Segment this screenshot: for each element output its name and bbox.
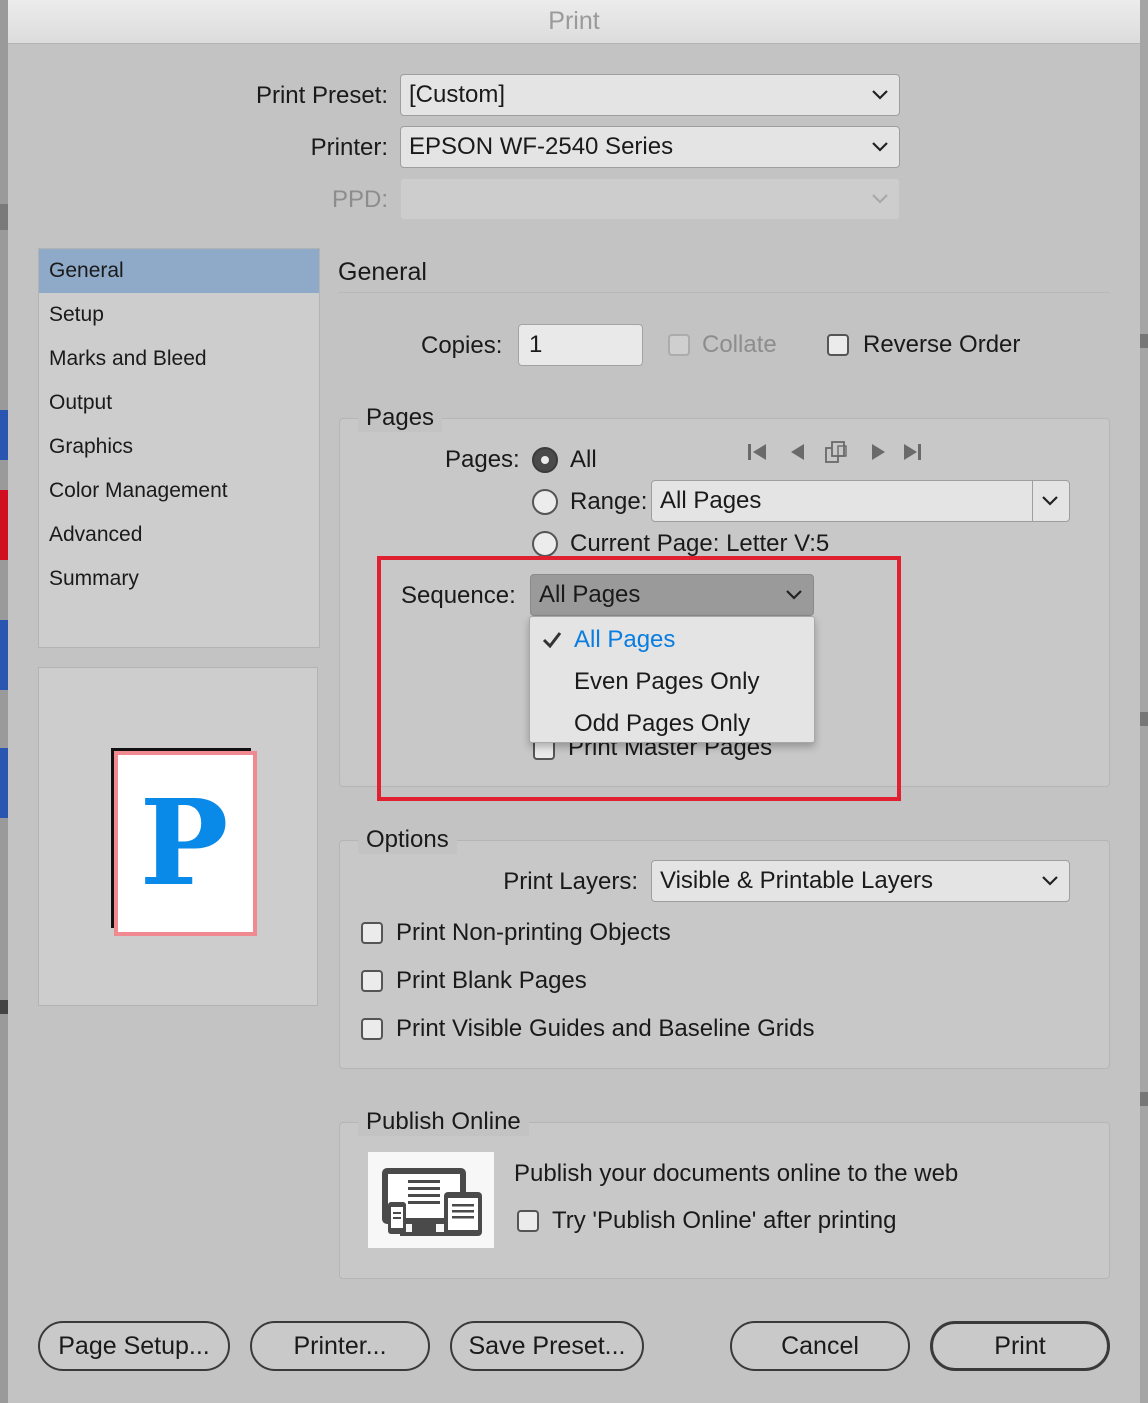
sidebar-item-advanced[interactable]: Advanced [39,513,319,557]
pages-group-title: Pages [358,404,443,432]
sidebar-item-general[interactable]: General [39,249,319,293]
options-group-title: Options [358,826,457,854]
cancel-button[interactable]: Cancel [730,1321,910,1371]
category-sidebar: General Setup Marks and Bleed Output Gra… [38,248,320,648]
chevron-down-icon [872,142,888,152]
save-preset-button[interactable]: Save Preset... [450,1321,644,1371]
last-page-icon[interactable] [904,444,921,460]
annotation-highlight [377,556,901,801]
sidebar-item-color-management[interactable]: Color Management [39,469,319,513]
pages-current-radio[interactable] [532,531,558,557]
sidebar-item-graphics[interactable]: Graphics [39,425,319,469]
sidebar-item-label: General [49,259,124,282]
chevron-down-icon [872,194,888,204]
range-combo[interactable]: All Pages [651,480,1070,522]
print-non-printing-checkbox[interactable] [361,922,383,944]
sidebar-item-label: Setup [49,303,104,326]
edge-mark [0,620,8,690]
sidebar-item-label: Marks and Bleed [49,347,207,370]
reverse-order-checkbox[interactable] [827,334,849,356]
publish-online-group-title: Publish Online [358,1108,529,1136]
print-guides-checkbox[interactable] [361,1018,383,1040]
print-blank-pages-label: Print Blank Pages [396,967,587,994]
page-title: General [338,258,427,286]
sidebar-item-label: Graphics [49,435,134,458]
edge-mark [0,410,8,460]
reverse-order-label: Reverse Order [863,331,1021,358]
page-setup-button[interactable]: Page Setup... [38,1321,230,1371]
publish-online-devices-icon [368,1152,494,1248]
window-title: Print [548,7,600,35]
background-window-edge [0,0,8,1403]
sidebar-item-setup[interactable]: Setup [39,293,319,337]
sidebar-item-summary[interactable]: Summary [39,557,319,601]
pages-label: Pages: [445,446,520,473]
edge-mark [1140,1092,1148,1106]
sidebar-item-label: Advanced [49,523,143,546]
pages-all-label: All [570,446,597,473]
previous-page-icon[interactable] [791,444,804,460]
edge-mark [0,490,8,560]
page-preview-thumbnail: P [111,748,257,936]
copies-value: 1 [529,331,543,358]
try-publish-online-label: Try 'Publish Online' after printing [552,1207,897,1234]
page-preview-panel[interactable]: P [38,667,318,1006]
page-navigation [748,441,921,463]
print-dialog: Print Print Preset: [Custom] Printer: EP… [8,0,1140,1403]
printer-button[interactable]: Printer... [250,1321,430,1371]
print-button[interactable]: Print [930,1321,1110,1371]
printer-value: EPSON WF-2540 Series [409,133,674,160]
edge-mark [1140,334,1148,348]
copies-label: Copies: [421,332,503,359]
sidebar-item-label: Color Management [49,479,228,502]
ppd-select [400,178,900,220]
printer-select[interactable]: EPSON WF-2540 Series [400,126,900,168]
print-preset-value: [Custom] [409,81,506,108]
edge-mark [0,748,8,818]
ppd-label: PPD: [331,186,388,213]
next-page-icon[interactable] [872,444,885,460]
sidebar-item-label: Summary [49,567,139,590]
copies-input[interactable]: 1 [518,324,643,366]
print-layers-select[interactable]: Visible & Printable Layers [651,860,1070,902]
sidebar-item-output[interactable]: Output [39,381,319,425]
print-layers-value: Visible & Printable Layers [660,867,934,894]
preview-glyph: P [140,773,229,912]
collate-label: Collate [702,331,777,358]
collate-checkbox [668,334,690,356]
chevron-down-icon [872,90,888,100]
background-window-edge-right [1140,0,1148,1403]
pages-range-radio[interactable] [532,489,558,515]
print-non-printing-label: Print Non-printing Objects [396,919,671,946]
edge-mark [0,1000,8,1014]
current-page-label: Current Page: Letter V:5 [570,530,830,557]
edge-mark [1140,712,1148,726]
title-divider [338,292,1110,293]
try-publish-online-checkbox[interactable] [517,1210,539,1232]
print-guides-label: Print Visible Guides and Baseline Grids [396,1015,815,1042]
chevron-down-icon[interactable] [1041,495,1059,507]
print-blank-pages-checkbox[interactable] [361,970,383,992]
pages-all-radio[interactable] [532,447,558,473]
sidebar-item-label: Output [49,391,113,414]
printer-label: Printer: [310,134,388,161]
publish-online-headline: Publish your documents online to the web [514,1160,959,1187]
sidebar-item-marks-and-bleed[interactable]: Marks and Bleed [39,337,319,381]
edge-mark [0,204,8,230]
combo-separator [1032,481,1033,521]
print-preset-select[interactable]: [Custom] [400,74,900,116]
range-value[interactable]: All Pages [660,487,761,515]
print-preset-label: Print Preset: [255,82,388,109]
chevron-down-icon [1042,876,1058,886]
print-layers-label: Print Layers: [503,868,638,895]
title-bar: Print [8,0,1140,44]
pages-range-label: Range: [570,488,648,515]
spreads-icon[interactable] [825,441,847,463]
first-page-icon[interactable] [748,444,766,460]
